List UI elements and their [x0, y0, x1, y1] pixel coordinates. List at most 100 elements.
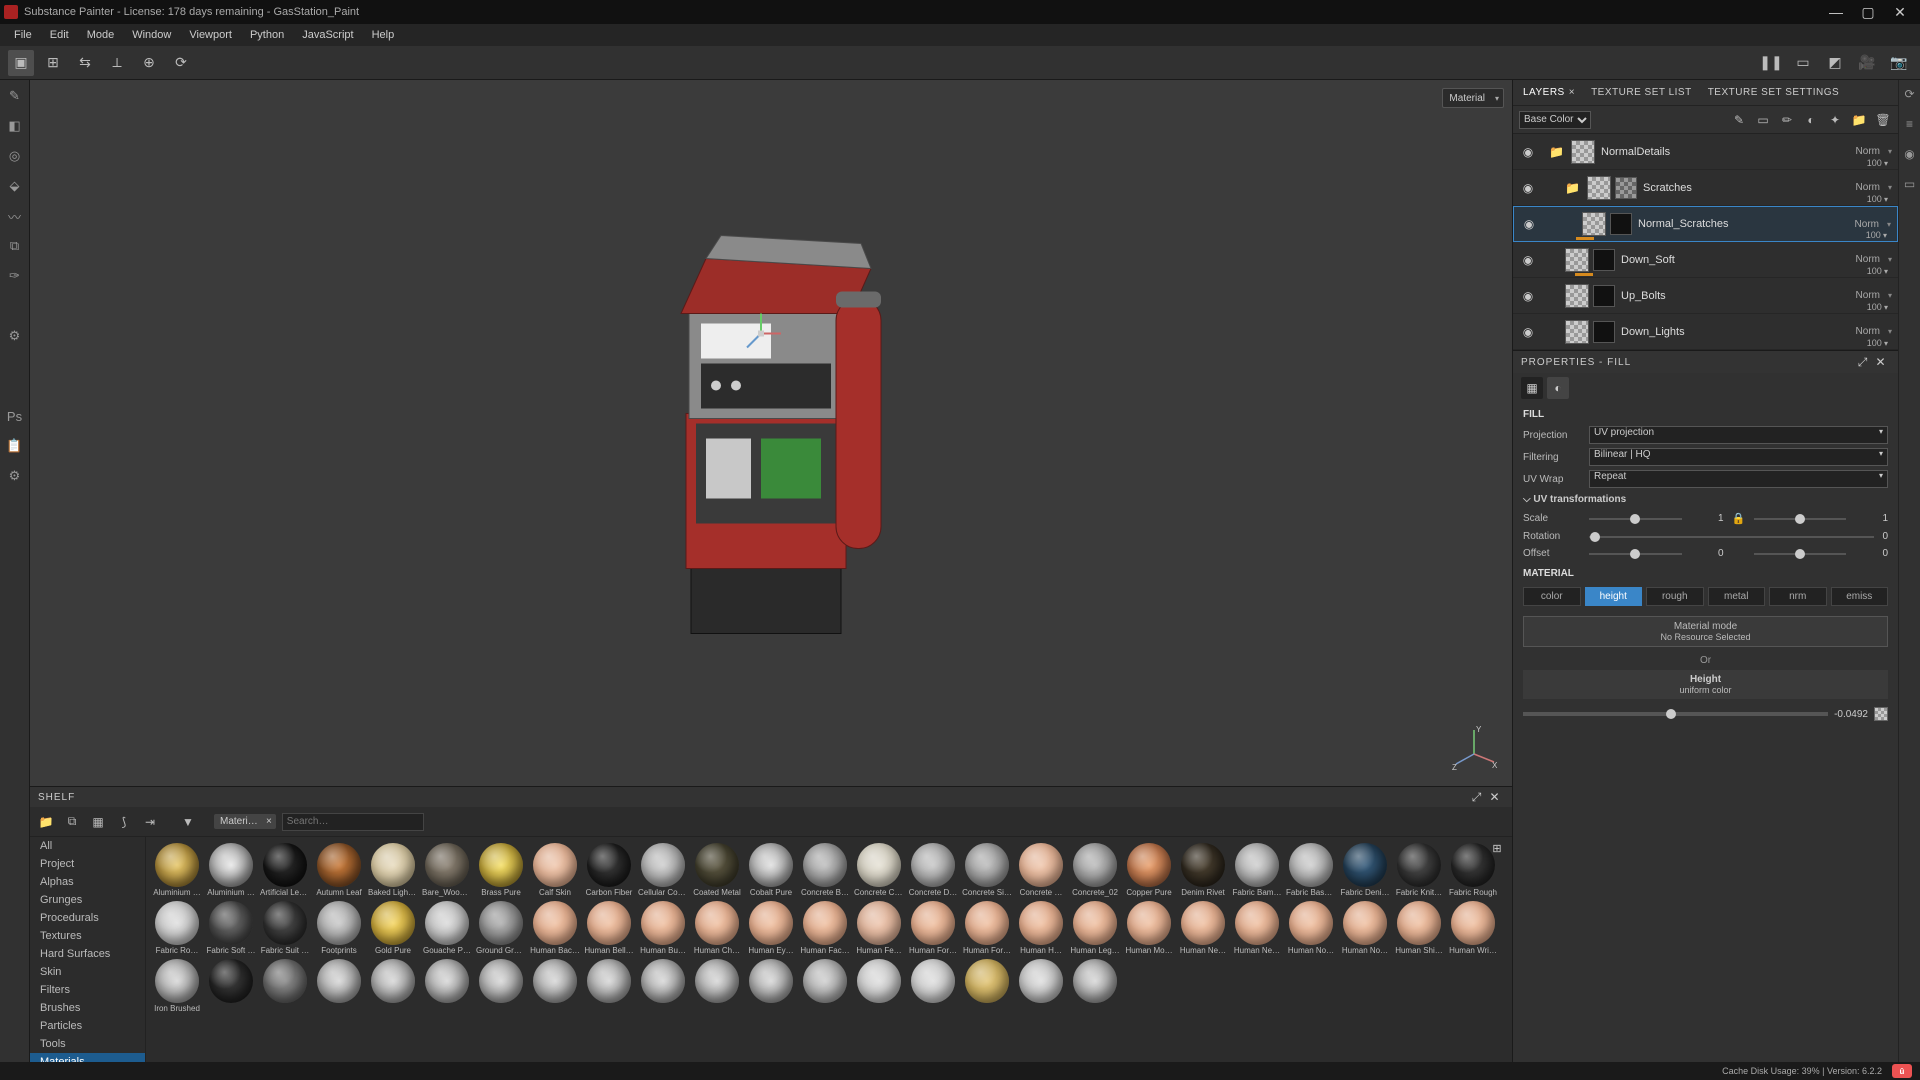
render-settings-button[interactable]: ◩	[1822, 50, 1848, 76]
layer-name[interactable]: NormalDetails	[1601, 146, 1850, 158]
rotation-slider[interactable]	[1589, 532, 1874, 542]
shelf-material-item[interactable]: Autumn Leaf	[314, 843, 364, 897]
material-thumbnail[interactable]	[263, 959, 307, 1003]
layer-mask-thumbnail[interactable]	[1593, 321, 1615, 343]
layer-name[interactable]: Normal_Scratches	[1638, 218, 1849, 230]
menu-viewport[interactable]: Viewport	[181, 27, 240, 43]
close-button[interactable]: ✕	[1884, 2, 1916, 22]
material-thumbnail[interactable]	[533, 843, 577, 887]
layer-row[interactable]: ◉Normal_ScratchesNorm▾100 ▾	[1513, 206, 1898, 242]
chevron-down-icon[interactable]: ▾	[1888, 147, 1892, 156]
viewport-layout-single-button[interactable]: ▣	[8, 50, 34, 76]
material-thumbnail[interactable]	[263, 901, 307, 945]
material-thumbnail[interactable]	[1343, 901, 1387, 945]
material-thumbnail[interactable]	[587, 901, 631, 945]
shelf-material-item[interactable]	[692, 959, 742, 1013]
shelf-category-item[interactable]: Grunges	[30, 891, 145, 909]
shelf-category-item[interactable]: Materials	[30, 1053, 145, 1062]
layer-thumbnail[interactable]	[1582, 212, 1606, 236]
material-thumbnail[interactable]	[371, 901, 415, 945]
offset-slider-2[interactable]	[1754, 549, 1847, 559]
menu-window[interactable]: Window	[124, 27, 179, 43]
shelf-material-item[interactable]: Concrete D…	[908, 843, 958, 897]
shelf-material-item[interactable]: Gold Pure	[368, 901, 418, 955]
material-thumbnail[interactable]	[425, 959, 469, 1003]
screenshot-button[interactable]: 📷	[1886, 50, 1912, 76]
menu-help[interactable]: Help	[364, 27, 403, 43]
shelf-material-item[interactable]: Human Shi…	[1394, 901, 1444, 955]
shelf-send-icon[interactable]: ⇥	[140, 812, 160, 832]
material-thumbnail[interactable]	[533, 901, 577, 945]
shelf-material-item[interactable]: Human For…	[962, 901, 1012, 955]
shelf-material-item[interactable]: Human Bell…	[584, 901, 634, 955]
layer-row[interactable]: ◉📁ScratchesNorm▾100 ▾	[1513, 170, 1898, 206]
menu-edit[interactable]: Edit	[42, 27, 77, 43]
settings-cog-icon[interactable]: ⚙	[5, 466, 25, 486]
props-mode-globe-icon[interactable]: ◐	[1547, 377, 1569, 399]
material-thumbnail[interactable]	[1019, 959, 1063, 1003]
brush-tool-icon[interactable]: ✎	[5, 86, 25, 106]
material-thumbnail[interactable]	[749, 843, 793, 887]
shelf-material-item[interactable]: Ground Gra…	[476, 901, 526, 955]
shelf-material-item[interactable]	[476, 959, 526, 1013]
layer-visibility-icon[interactable]: ◉	[1519, 253, 1537, 267]
tab-texture-set-settings[interactable]: TEXTURE SET SETTINGS	[1702, 83, 1846, 102]
shelf-material-item[interactable]: Calf Skin	[530, 843, 580, 897]
shelf-material-item[interactable]: Human No…	[1340, 901, 1390, 955]
scale-slider-2[interactable]	[1754, 514, 1847, 524]
shelf-material-item[interactable]: Human H…	[1016, 901, 1066, 955]
material-thumbnail[interactable]	[1289, 901, 1333, 945]
material-thumbnail[interactable]	[533, 959, 577, 1003]
layer-visibility-icon[interactable]: ◉	[1520, 217, 1538, 231]
shelf-material-item[interactable]: Concrete …	[1016, 843, 1066, 897]
chevron-down-icon[interactable]: ▾	[1888, 183, 1892, 192]
material-thumbnail[interactable]	[965, 901, 1009, 945]
scale-slider-1[interactable]	[1589, 514, 1682, 524]
height-swatch[interactable]	[1874, 707, 1888, 721]
channel-emiss[interactable]: emiss	[1831, 587, 1889, 606]
material-thumbnail[interactable]	[641, 843, 685, 887]
shelf-material-item[interactable]	[584, 959, 634, 1013]
display-mode-dropdown[interactable]: Material	[1442, 88, 1504, 108]
material-thumbnail[interactable]	[1019, 901, 1063, 945]
shelf-material-item[interactable]	[1016, 959, 1066, 1013]
layer-thumbnail[interactable]	[1587, 176, 1611, 200]
layer-opacity[interactable]: 100 ▾	[1867, 158, 1888, 168]
channel-height[interactable]: height	[1585, 587, 1643, 606]
chevron-down-icon[interactable]: ▾	[1887, 220, 1891, 229]
props-mode-fill-icon[interactable]: ▦	[1521, 377, 1543, 399]
layer-opacity[interactable]: 100 ▾	[1867, 338, 1888, 348]
camera-button[interactable]: 🎥	[1854, 50, 1880, 76]
add-adjustment-icon[interactable]: ◐	[1802, 111, 1820, 129]
shelf-material-item[interactable]: Cellular Con…	[638, 843, 688, 897]
shelf-material-item[interactable]: Fabric Base…	[1286, 843, 1336, 897]
material-thumbnail[interactable]	[965, 959, 1009, 1003]
menu-file[interactable]: File	[6, 27, 40, 43]
shelf-material-item[interactable]: Baked Light…	[368, 843, 418, 897]
material-thumbnail[interactable]	[1073, 901, 1117, 945]
material-thumbnail[interactable]	[695, 959, 739, 1003]
layer-thumbnail[interactable]	[1571, 140, 1595, 164]
layer-thumbnail[interactable]	[1565, 284, 1589, 308]
eraser-tool-icon[interactable]: ◧	[5, 116, 25, 136]
add-folder-icon[interactable]: 📁	[1850, 111, 1868, 129]
layer-mask-thumbnail[interactable]	[1615, 177, 1637, 199]
channel-dropdown[interactable]: Base Color	[1519, 111, 1591, 129]
add-effect-icon[interactable]: ✎	[1730, 111, 1748, 129]
symmetry-button[interactable]: ⇆	[72, 50, 98, 76]
layer-name[interactable]: Down_Soft	[1621, 254, 1850, 266]
shelf-material-item[interactable]	[746, 959, 796, 1013]
material-thumbnail[interactable]	[857, 843, 901, 887]
material-mode-dropzone[interactable]: Material mode No Resource Selected	[1523, 616, 1888, 647]
shelf-material-item[interactable]: Human Ne…	[1232, 901, 1282, 955]
shelf-material-item[interactable]: Gouache P…	[422, 901, 472, 955]
tab-close-icon[interactable]: ×	[1569, 87, 1575, 98]
shelf-material-item[interactable]: Human Fac…	[800, 901, 850, 955]
material-thumbnail[interactable]	[911, 901, 955, 945]
shelf-material-item[interactable]	[638, 959, 688, 1013]
shelf-material-item[interactable]	[530, 959, 580, 1013]
layer-opacity[interactable]: 100 ▾	[1866, 230, 1887, 240]
shelf-material-item[interactable]: Human Bac…	[530, 901, 580, 955]
material-thumbnail[interactable]	[317, 901, 361, 945]
shelf-hide-icon[interactable]: ⟆	[114, 812, 134, 832]
